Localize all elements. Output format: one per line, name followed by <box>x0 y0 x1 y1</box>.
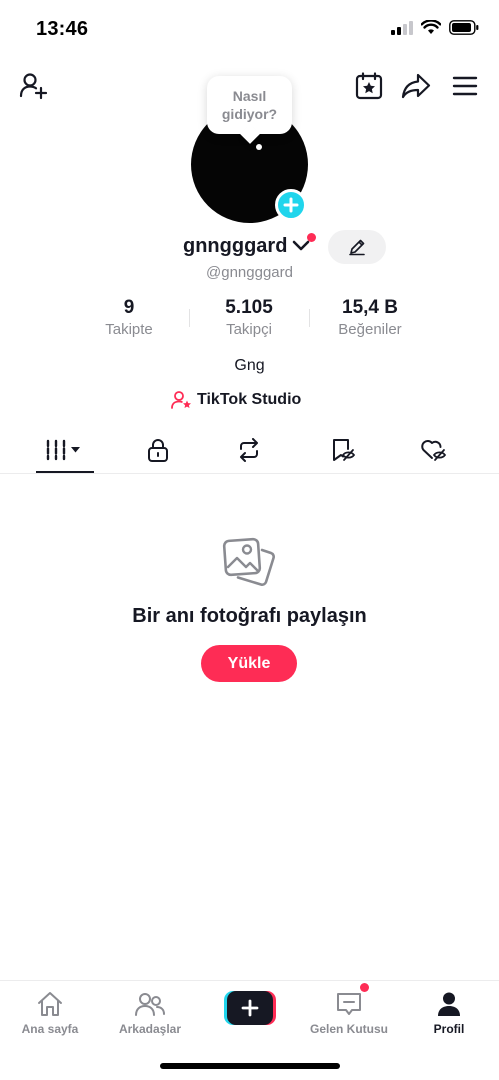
bio: Gng <box>234 357 265 374</box>
username[interactable]: gnngggard <box>183 235 287 258</box>
stat-following[interactable]: 9 Takipte <box>88 297 170 340</box>
nav-label: Ana sayfa <box>21 1022 79 1036</box>
account-notification-dot <box>307 233 316 242</box>
nav-label: Profil <box>433 1022 465 1036</box>
profile-icon <box>438 992 460 1016</box>
studio-label: TikTok Studio <box>197 391 302 408</box>
add-user-icon <box>19 73 48 100</box>
add-friend-button[interactable] <box>16 68 52 104</box>
chevron-down-icon[interactable] <box>292 239 310 253</box>
share-icon <box>401 73 431 99</box>
username-row[interactable]: gnngggard <box>0 233 499 261</box>
nav-inbox[interactable]: Gelen Kutusu <box>309 989 389 1036</box>
status-bar: 13:46 <box>0 0 499 56</box>
nav-home[interactable]: Ana sayfa <box>10 989 90 1036</box>
calendar-star-icon <box>355 72 383 100</box>
stat-value: 15,4 B <box>342 297 398 318</box>
tab-videos[interactable] <box>36 428 94 472</box>
share-profile-button[interactable] <box>398 68 434 104</box>
active-tab-indicator <box>36 471 94 473</box>
edit-profile-button[interactable] <box>328 230 386 264</box>
avatar-dot <box>256 144 262 150</box>
lock-icon <box>148 439 168 462</box>
signal-icon <box>391 20 413 35</box>
upload-button[interactable]: Yükle <box>201 645 297 682</box>
stats-row: 9 Takipte 5.105 Takipçi 15,4 B Beğeniler <box>0 297 499 343</box>
content-tabs <box>0 428 499 474</box>
tab-reposts[interactable] <box>225 428 273 472</box>
stat-value: 5.105 <box>225 297 273 318</box>
stat-label: Takipçi <box>226 321 272 338</box>
heart-hidden-icon <box>421 440 447 461</box>
bookmark-hidden-icon <box>333 439 356 461</box>
create-icon <box>241 999 259 1017</box>
add-story-button[interactable] <box>275 189 307 221</box>
inbox-notification-dot <box>360 983 369 992</box>
grid-menu-icon <box>46 439 80 461</box>
stat-divider <box>189 309 190 327</box>
photos-icon <box>222 537 275 586</box>
repost-icon <box>240 438 258 462</box>
bubble-line-1: Nasıl <box>232 88 267 104</box>
tab-liked[interactable] <box>410 428 458 472</box>
create-button[interactable] <box>224 991 276 1025</box>
tab-private[interactable] <box>134 428 182 472</box>
nav-profile[interactable]: Profil <box>409 989 489 1036</box>
bubble-line-2: gidiyor? <box>221 106 278 122</box>
stat-label: Beğeniler <box>338 321 402 338</box>
status-bubble[interactable]: Nasıl gidiyor? <box>207 76 292 134</box>
stat-value: 9 <box>123 297 135 318</box>
plus-icon <box>283 197 299 213</box>
home-icon <box>38 992 62 1016</box>
status-time: 13:46 <box>36 18 89 40</box>
inbox-icon <box>337 993 361 1015</box>
handle: @gnngggard <box>206 264 293 281</box>
empty-state-title: Bir anı fotoğrafı paylaşın <box>132 605 367 627</box>
status-icons <box>391 20 479 35</box>
nav-friends[interactable]: Arkadaşlar <box>110 989 190 1036</box>
nav-label: Gelen Kutusu <box>309 1022 388 1036</box>
stat-divider <box>309 309 310 327</box>
menu-button[interactable] <box>447 68 483 104</box>
user-star-icon <box>171 391 191 409</box>
tiktok-studio-link[interactable]: TikTok Studio <box>171 388 301 412</box>
favorites-calendar-button[interactable] <box>351 68 387 104</box>
pencil-icon <box>349 239 365 256</box>
create-button-face <box>227 991 273 1025</box>
stat-label: Takipte <box>105 321 153 338</box>
friends-icon <box>135 993 165 1016</box>
wifi-icon <box>421 20 441 34</box>
nav-label: Arkadaşlar <box>118 1022 182 1036</box>
stat-likes[interactable]: 15,4 B Beğeniler <box>324 297 416 340</box>
home-indicator[interactable] <box>160 1063 340 1069</box>
stat-followers[interactable]: 5.105 Takipçi <box>204 297 294 340</box>
tab-saved[interactable] <box>319 428 367 472</box>
battery-icon <box>449 20 479 35</box>
hamburger-menu-icon <box>452 76 478 96</box>
